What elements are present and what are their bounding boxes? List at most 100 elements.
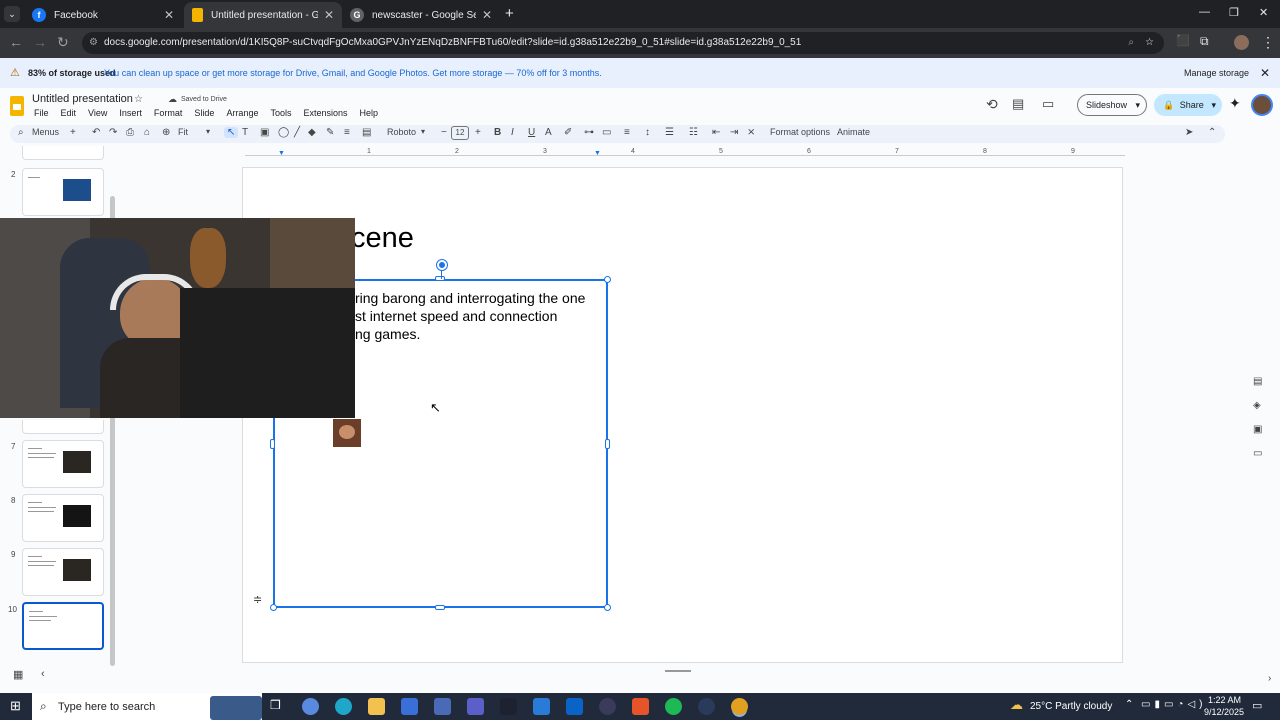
keep-icon[interactable]: ◈ bbox=[1253, 400, 1261, 411]
menu-insert[interactable]: Insert bbox=[119, 108, 142, 118]
slide-thumbnail[interactable] bbox=[22, 146, 104, 160]
vertical-align-icon[interactable]: ≑ bbox=[253, 593, 262, 606]
bookmark-star-icon[interactable]: ☆ bbox=[1145, 32, 1154, 54]
tab-list-button[interactable]: ⌄ bbox=[4, 6, 20, 22]
font-select[interactable]: Roboto bbox=[387, 127, 416, 137]
border-color-icon[interactable]: ✎ bbox=[326, 127, 334, 138]
print-icon[interactable]: ⎙ bbox=[126, 127, 134, 138]
tab-facebook[interactable]: f Facebook ✕ bbox=[24, 2, 182, 28]
steam-icon[interactable] bbox=[698, 698, 715, 715]
chevron-down-icon[interactable]: ▾ bbox=[1135, 95, 1140, 115]
shape-icon[interactable]: ◯ bbox=[278, 127, 289, 138]
slideshow-button[interactable]: Slideshow ▾ bbox=[1077, 94, 1147, 116]
clock-time[interactable]: 1:22 AM bbox=[1208, 695, 1241, 705]
edge-icon[interactable] bbox=[335, 698, 352, 715]
menus-search[interactable]: Menus bbox=[32, 127, 59, 137]
pointer-mode-icon[interactable]: ➤ bbox=[1185, 127, 1193, 138]
right-indent-marker[interactable]: ▼ bbox=[594, 150, 601, 157]
clock-date[interactable]: 9/12/2025 bbox=[1204, 707, 1244, 717]
search-menus-icon[interactable]: ⌕ bbox=[18, 127, 24, 138]
contacts-icon[interactable]: ▭ bbox=[1253, 448, 1262, 459]
link-icon[interactable]: ⊶ bbox=[584, 127, 594, 138]
tray-chevron-icon[interactable]: ⌃ bbox=[1125, 699, 1133, 710]
indent-marker[interactable]: ▼ bbox=[278, 150, 285, 157]
weather-icon[interactable]: ☁ bbox=[1010, 697, 1023, 713]
start-icon[interactable]: ⊞ bbox=[10, 698, 21, 714]
obs-icon[interactable] bbox=[599, 698, 616, 715]
close-banner-icon[interactable]: ✕ bbox=[1260, 58, 1270, 88]
chevron-down-icon[interactable]: ▾ bbox=[421, 127, 425, 136]
store-icon[interactable] bbox=[401, 698, 418, 715]
redo-icon[interactable]: ↷ bbox=[109, 127, 117, 138]
gemini-icon[interactable]: ✦ bbox=[1229, 95, 1241, 112]
menu-tools[interactable]: Tools bbox=[270, 108, 291, 118]
slides-logo[interactable] bbox=[10, 96, 24, 116]
expand-panel-icon[interactable]: › bbox=[1268, 673, 1271, 684]
select-tool-icon[interactable]: ↖ bbox=[224, 127, 239, 138]
clear-formatting-icon[interactable]: ⨯ bbox=[747, 127, 755, 138]
tasks-icon[interactable]: ▣ bbox=[1253, 424, 1262, 435]
bullet-list-icon[interactable]: ☰ bbox=[665, 127, 674, 138]
slide-thumbnail-selected[interactable]: 10 bbox=[8, 602, 104, 650]
copilot-icon[interactable] bbox=[302, 698, 319, 715]
slide-thumbnail[interactable]: 8 bbox=[11, 494, 104, 542]
meet-icon[interactable]: ▭ bbox=[1042, 96, 1054, 112]
brave-icon[interactable] bbox=[632, 698, 649, 715]
tab-google-search[interactable]: G newscaster - Google Search ✕ bbox=[342, 2, 500, 28]
zoom-icon[interactable]: ⊕ bbox=[162, 127, 170, 138]
resize-handle[interactable] bbox=[270, 439, 275, 449]
resize-handle[interactable] bbox=[605, 439, 610, 449]
fill-color-icon[interactable]: ◆ bbox=[308, 127, 316, 138]
notification-icon[interactable]: ▭ bbox=[1252, 699, 1262, 712]
chevron-down-icon[interactable]: ▾ bbox=[206, 127, 210, 136]
animate-button[interactable]: Animate bbox=[837, 127, 870, 137]
paint-format-icon[interactable]: ⌂ bbox=[144, 127, 150, 138]
speaker-notes-handle[interactable] bbox=[665, 670, 691, 672]
highlight-icon[interactable]: ✐ bbox=[564, 127, 572, 138]
new-slide-icon[interactable]: + bbox=[70, 127, 76, 138]
line-icon[interactable]: ╱ bbox=[294, 127, 300, 138]
comments-icon[interactable]: ▤ bbox=[1012, 96, 1024, 112]
resize-handle[interactable] bbox=[604, 276, 611, 283]
underline-icon[interactable]: U bbox=[528, 127, 535, 138]
chevron-up-icon[interactable]: ⌃ bbox=[1208, 127, 1216, 138]
slide-thumbnail[interactable] bbox=[22, 420, 104, 434]
outlook-icon[interactable] bbox=[566, 698, 583, 715]
resize-handle[interactable] bbox=[270, 604, 277, 611]
chevron-down-icon[interactable]: ▾ bbox=[1211, 94, 1216, 116]
resize-handle[interactable] bbox=[435, 605, 445, 610]
numbered-list-icon[interactable]: ☷ bbox=[689, 127, 698, 138]
undo-icon[interactable]: ↶ bbox=[92, 127, 100, 138]
align-icon[interactable]: ≡ bbox=[624, 127, 630, 138]
bold-icon[interactable]: B bbox=[494, 127, 501, 138]
site-info-icon[interactable]: ⚙ bbox=[89, 32, 98, 54]
star-icon[interactable]: ☆ bbox=[134, 94, 143, 105]
decrease-indent-icon[interactable]: ⇤ bbox=[712, 127, 720, 138]
terminal-icon[interactable] bbox=[500, 698, 517, 715]
app-icon[interactable] bbox=[533, 698, 550, 715]
resize-handle[interactable] bbox=[604, 604, 611, 611]
slide-body-text[interactable]: ring barong and interrogating the one st… bbox=[355, 289, 585, 343]
reload-icon[interactable]: ↻ bbox=[57, 34, 69, 51]
border-weight-icon[interactable]: ≡ bbox=[344, 127, 350, 138]
minimize-icon[interactable]: — bbox=[1199, 6, 1210, 18]
weather-text[interactable]: 25°C Partly cloudy bbox=[1030, 701, 1112, 712]
close-window-icon[interactable]: ✕ bbox=[1259, 6, 1268, 19]
forward-icon[interactable]: → bbox=[33, 34, 47, 50]
text-box-icon[interactable]: T bbox=[242, 127, 248, 138]
decrease-font-icon[interactable]: − bbox=[441, 127, 447, 138]
slide-title[interactable]: cene bbox=[351, 222, 414, 255]
calendar-icon[interactable]: ▤ bbox=[1253, 376, 1262, 387]
increase-indent-icon[interactable]: ⇥ bbox=[730, 127, 738, 138]
menu-help[interactable]: Help bbox=[360, 108, 379, 118]
resize-handle[interactable] bbox=[435, 276, 445, 281]
format-options-button[interactable]: Format options bbox=[770, 127, 830, 137]
zoom-select[interactable]: Fit bbox=[178, 127, 188, 137]
profile-avatar[interactable] bbox=[1234, 35, 1249, 50]
comment-icon[interactable]: ▭ bbox=[602, 127, 611, 138]
menu-slide[interactable]: Slide bbox=[194, 108, 214, 118]
close-icon[interactable]: ✕ bbox=[164, 8, 174, 22]
back-icon[interactable]: ← bbox=[9, 34, 23, 50]
task-view-icon[interactable]: ❒ bbox=[270, 698, 281, 712]
url-bar[interactable]: ⚙ docs.google.com/presentation/d/1KI5Q8P… bbox=[82, 32, 1164, 54]
